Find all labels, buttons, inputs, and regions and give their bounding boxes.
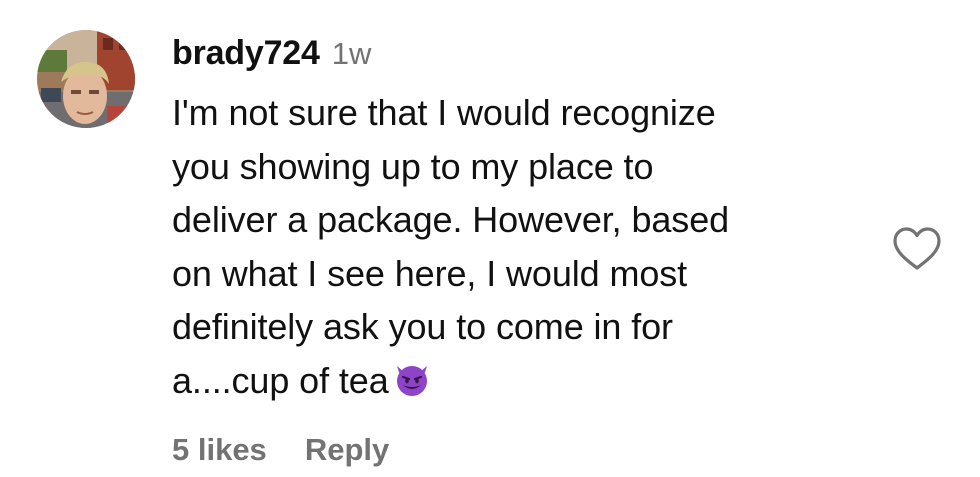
username[interactable]: brady724 <box>172 34 320 73</box>
comment-body: brady724 1w I'm not sure that I would re… <box>172 34 862 407</box>
avatar-image <box>37 30 135 128</box>
comment-actions: 5 likes Reply <box>172 432 389 468</box>
avatar[interactable] <box>37 30 135 128</box>
like-button[interactable] <box>891 226 943 272</box>
comment-text: I'm not sure that I would recognize you … <box>172 86 862 407</box>
smiling-face-with-horns-icon <box>393 359 431 397</box>
likes-count-link[interactable]: 5 likes <box>172 432 267 468</box>
comment-header: brady724 1w <box>172 34 862 84</box>
timestamp[interactable]: 1w <box>332 36 372 72</box>
heart-outline-icon <box>893 227 941 270</box>
reply-button[interactable]: Reply <box>305 432 389 468</box>
comment: brady724 1w I'm not sure that I would re… <box>0 0 980 477</box>
comment-text-content: I'm not sure that I would recognize you … <box>172 92 730 401</box>
